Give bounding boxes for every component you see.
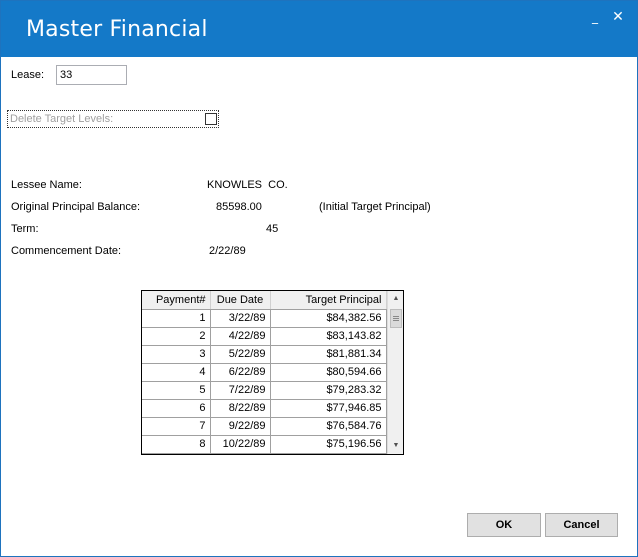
- scrollbar-thumb[interactable]: [390, 309, 402, 328]
- original-principal-value: 85598.00: [216, 201, 262, 213]
- table-row[interactable]: 5 7/22/89 $79,283.32: [142, 381, 387, 400]
- scroll-up-arrow-icon[interactable]: ▲: [388, 291, 403, 307]
- scroll-down-arrow-icon[interactable]: ▼: [388, 438, 403, 454]
- minimize-icon[interactable]: _: [584, 7, 606, 27]
- window-title: Master Financial: [26, 17, 208, 42]
- target-principal-cell[interactable]: $76,584.76: [270, 417, 387, 436]
- close-icon[interactable]: ✕: [607, 7, 629, 27]
- original-principal-label: Original Principal Balance:: [11, 201, 141, 213]
- cancel-button[interactable]: Cancel: [545, 513, 618, 537]
- payment-number-cell[interactable]: 3: [142, 345, 211, 364]
- payment-number-cell[interactable]: 4: [142, 363, 211, 382]
- due-date-cell[interactable]: 3/22/89: [210, 309, 271, 328]
- due-date-cell[interactable]: 8/22/89: [210, 399, 271, 418]
- delete-target-levels-label: Delete Target Levels:: [10, 113, 114, 125]
- commencement-date-value: 2/22/89: [209, 245, 246, 257]
- payment-number-cell[interactable]: 8: [142, 435, 211, 454]
- column-header-target-principal[interactable]: Target Principal: [270, 291, 387, 310]
- grip-line: [393, 320, 399, 321]
- target-principal-cell[interactable]: $84,382.56: [270, 309, 387, 328]
- term-value: 45: [266, 223, 279, 235]
- table-row[interactable]: 7 9/22/89 $76,584.76: [142, 417, 387, 436]
- lease-label: Lease:: [11, 69, 45, 81]
- grip-line: [393, 316, 399, 317]
- target-principal-cell[interactable]: $79,283.32: [270, 381, 387, 400]
- target-principal-cell[interactable]: $80,594.66: [270, 363, 387, 382]
- column-header-payment[interactable]: Payment#: [142, 291, 211, 310]
- schedule-table: Payment# Due Date Target Principal 1 3/2…: [142, 291, 387, 454]
- column-header-due-date[interactable]: Due Date: [210, 291, 271, 310]
- lessee-name-label: Lessee Name:: [11, 179, 82, 191]
- initial-target-principal-note: (Initial Target Principal): [319, 201, 431, 213]
- title-bar: Master Financial _ ✕: [1, 1, 637, 57]
- due-date-cell[interactable]: 5/22/89: [210, 345, 271, 364]
- table-row[interactable]: 8 10/22/89 $75,196.56: [142, 435, 387, 454]
- table-row[interactable]: 6 8/22/89 $77,946.85: [142, 399, 387, 418]
- payment-number-cell[interactable]: 6: [142, 399, 211, 418]
- lease-input[interactable]: [56, 65, 127, 85]
- target-principal-grid[interactable]: Payment# Due Date Target Principal 1 3/2…: [141, 290, 404, 455]
- payment-number-cell[interactable]: 1: [142, 309, 211, 328]
- payment-number-cell[interactable]: 7: [142, 417, 211, 436]
- grip-line: [393, 318, 399, 319]
- table-row[interactable]: 4 6/22/89 $80,594.66: [142, 363, 387, 382]
- ok-button[interactable]: OK: [467, 513, 541, 537]
- lessee-name-value: KNOWLES CO.: [207, 179, 288, 191]
- table-row[interactable]: 1 3/22/89 $84,382.56: [142, 309, 387, 328]
- due-date-cell[interactable]: 9/22/89: [210, 417, 271, 436]
- due-date-cell[interactable]: 10/22/89: [210, 435, 271, 454]
- grid-header-row: Payment# Due Date Target Principal: [142, 291, 387, 310]
- term-label: Term:: [11, 223, 39, 235]
- vertical-scrollbar[interactable]: ▲ ▼: [387, 291, 403, 454]
- target-principal-cell[interactable]: $83,143.82: [270, 327, 387, 346]
- due-date-cell[interactable]: 7/22/89: [210, 381, 271, 400]
- delete-target-levels-checkbox[interactable]: Delete Target Levels:: [7, 110, 219, 128]
- payment-number-cell[interactable]: 2: [142, 327, 211, 346]
- master-financial-window: Master Financial _ ✕ Lease: Delete Targe…: [0, 0, 638, 557]
- target-principal-cell[interactable]: $75,196.56: [270, 435, 387, 454]
- commencement-date-label: Commencement Date:: [11, 245, 122, 257]
- target-principal-cell[interactable]: $77,946.85: [270, 399, 387, 418]
- checkbox-box[interactable]: [205, 113, 217, 125]
- due-date-cell[interactable]: 4/22/89: [210, 327, 271, 346]
- target-principal-cell[interactable]: $81,881.34: [270, 345, 387, 364]
- payment-number-cell[interactable]: 5: [142, 381, 211, 400]
- table-row[interactable]: 2 4/22/89 $83,143.82: [142, 327, 387, 346]
- table-row[interactable]: 3 5/22/89 $81,881.34: [142, 345, 387, 364]
- due-date-cell[interactable]: 6/22/89: [210, 363, 271, 382]
